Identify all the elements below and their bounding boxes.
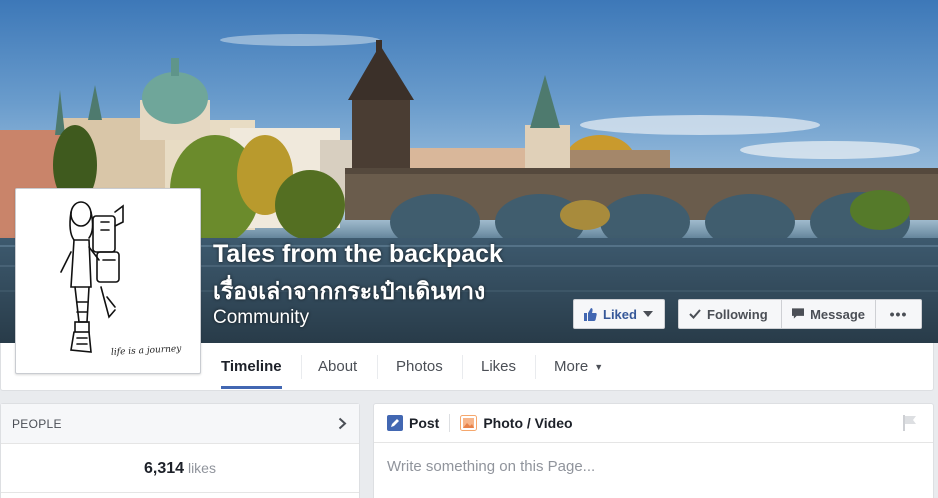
photo-icon bbox=[460, 415, 478, 431]
tab-divider bbox=[377, 355, 378, 379]
page-action-buttons: Following Message ••• bbox=[678, 299, 922, 329]
tab-about-label: About bbox=[318, 358, 358, 375]
more-actions-icon: ••• bbox=[889, 306, 908, 322]
profile-drawing: life is a journey bbox=[19, 192, 197, 370]
tab-photos[interactable]: Photos bbox=[380, 343, 459, 390]
chevron-right-icon[interactable] bbox=[338, 417, 347, 430]
following-label: Following bbox=[707, 306, 768, 322]
pencil-icon bbox=[387, 415, 403, 431]
liked-button[interactable]: Liked bbox=[573, 299, 665, 329]
caret-down-icon: ▼ bbox=[594, 361, 604, 372]
message-button[interactable]: Message bbox=[782, 299, 876, 329]
divider bbox=[1, 492, 359, 493]
flag-icon[interactable] bbox=[903, 415, 917, 431]
dropdown-arrow-icon bbox=[642, 311, 653, 317]
page-category[interactable]: Community bbox=[213, 307, 309, 329]
page-title[interactable]: Tales from the backpack bbox=[213, 240, 503, 269]
composer-input[interactable]: Write something on this Page... bbox=[374, 443, 933, 475]
people-title: PEOPLE bbox=[12, 416, 62, 431]
likes-count[interactable]: 6,314 bbox=[144, 460, 184, 477]
tab-more[interactable]: More ▼ bbox=[538, 343, 619, 390]
tab-timeline[interactable]: Timeline bbox=[205, 343, 298, 390]
composer-tabs: Post Photo / Video bbox=[374, 404, 933, 443]
composer-tab-post[interactable]: Post bbox=[387, 415, 449, 431]
composer-post-label: Post bbox=[409, 415, 440, 431]
people-header[interactable]: PEOPLE bbox=[1, 404, 359, 444]
more-actions-button[interactable]: ••• bbox=[876, 299, 922, 329]
tab-photos-label: Photos bbox=[396, 358, 443, 375]
composer-tab-photo-video[interactable]: Photo / Video bbox=[460, 415, 582, 431]
tab-timeline-label: Timeline bbox=[221, 358, 282, 375]
message-icon bbox=[792, 308, 805, 319]
backpacker-sketch-icon bbox=[60, 201, 124, 353]
likes-label: likes bbox=[187, 460, 216, 476]
composer-photo-label: Photo / Video bbox=[483, 415, 573, 431]
profile-picture[interactable]: life is a journey bbox=[15, 188, 201, 374]
tab-likes-label: Likes bbox=[481, 358, 517, 375]
tab-more-label: More bbox=[554, 358, 589, 375]
composer-tab-divider bbox=[449, 414, 451, 432]
message-label: Message bbox=[810, 306, 865, 322]
checkmark-icon bbox=[689, 309, 701, 319]
tab-divider bbox=[535, 355, 536, 379]
liked-label: Liked bbox=[603, 306, 637, 322]
people-box: PEOPLE 6,314 likes bbox=[0, 403, 360, 498]
following-button[interactable]: Following bbox=[678, 299, 782, 329]
tab-likes[interactable]: Likes bbox=[465, 343, 532, 390]
tab-divider bbox=[462, 355, 463, 379]
post-composer: Post Photo / Video Write something on th… bbox=[373, 403, 934, 498]
likes-count-line: 6,314 likes bbox=[1, 444, 359, 478]
thumbs-up-icon bbox=[584, 307, 597, 321]
page-subtitle: เรื่องเล่าจากกระเป๋าเดินทาง bbox=[213, 279, 486, 305]
tab-about[interactable]: About bbox=[302, 343, 373, 390]
